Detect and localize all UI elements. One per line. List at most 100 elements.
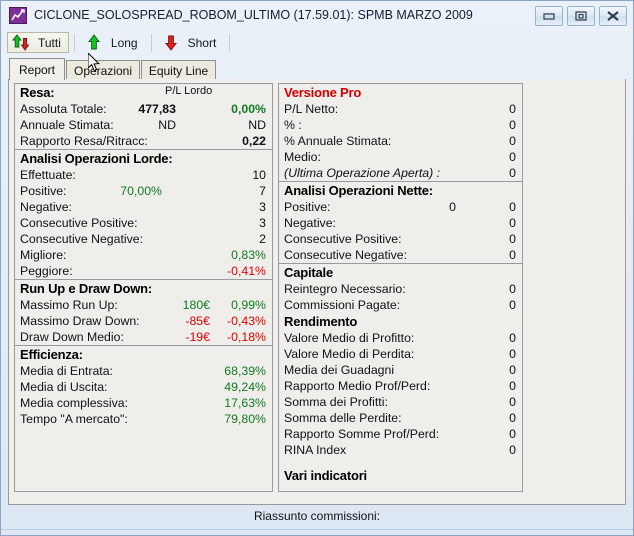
toolbar-separator-1 [73, 33, 75, 52]
row-media-di-uscita: Media di Uscita: 49,24% [15, 379, 272, 395]
row-positive-nette: Positive: 0 0 [279, 199, 522, 215]
value-commissioni-pagate: 0 [509, 298, 516, 312]
row-rapporto-medio-prof-perd: Rapporto Medio Prof/Perd: 0 [279, 378, 522, 394]
label-valore-medio-di-perdita: Valore Medio di Perdita: [284, 347, 415, 361]
tab-equity-line-label: Equity Line [148, 63, 209, 78]
value-positive-nette-pct: 0 [449, 200, 456, 214]
row-consecutive-negative-lorde: Consecutive Negative: 2 [15, 231, 272, 247]
title-bar: CICLONE_SOLOSPREAD_ROBOM_ULTIMO (17.59.0… [1, 1, 633, 29]
label-media-dei-guadagni: Media dei Guadagni [284, 363, 395, 377]
tab-strip: Report Operazioni Equity Line [9, 58, 625, 80]
value-rina-index: 0 [509, 443, 516, 457]
row-rina-index: RINA Index 0 [279, 442, 522, 458]
row-commissioni-pagate: Commissioni Pagate: 0 [279, 297, 522, 313]
row-negative-nette: Negative: 0 [279, 215, 522, 231]
group-analisi-operazioni-lorde: Analisi Operazioni Lorde: Effettuate: 10… [15, 150, 272, 280]
label-positive-nette: Positive: [284, 200, 331, 214]
group-efficienza-heading: Efficienza: [20, 347, 83, 362]
label-consecutive-positive-nette: Consecutive Positive: [284, 232, 402, 246]
window-title: CICLONE_SOLOSPREAD_ROBOM_ULTIMO (17.59.0… [34, 8, 473, 22]
toolbar-label-tutti: Tutti [38, 35, 61, 50]
group-analisi-lorde-heading: Analisi Operazioni Lorde: [20, 151, 173, 166]
value-annuale-stimata-pct: ND [248, 118, 266, 132]
value-massimo-run-up-eur: 180€ [182, 298, 210, 312]
value-consecutive-negative-nette: 0 [509, 248, 516, 262]
label-negative-lorde: Negative: [20, 200, 72, 214]
toolbar-button-long[interactable]: Long [80, 32, 146, 53]
tab-equity-line[interactable]: Equity Line [141, 60, 216, 80]
toolbar-label-long: Long [110, 35, 138, 50]
report-client-area: Resa: P/L Lordo Assoluta Totale: 477,83 … [8, 79, 626, 505]
row-massimo-draw-down: Massimo Draw Down: -85€ -0,43% [15, 313, 272, 329]
label-tempo-a-mercato: Tempo "A mercato": [20, 412, 128, 426]
row-assoluta-totale: Assoluta Totale: 477,83 0,00% [15, 101, 272, 117]
row-consecutive-negative-nette: Consecutive Negative: 0 [279, 247, 522, 263]
value-effettuate: 10 [252, 168, 266, 182]
row-effettuate: Effettuate: 10 [15, 167, 272, 183]
label-commissioni-pagate: Commissioni Pagate: [284, 298, 401, 312]
bottom-divider [1, 529, 633, 530]
row-rapporto-somme-prof-perd: Rapporto Somme Prof/Perd: 0 [279, 426, 522, 442]
label-media-di-uscita: Media di Uscita: [20, 380, 108, 394]
group-resa: Resa: P/L Lordo Assoluta Totale: 477,83 … [15, 84, 272, 150]
label-annuale-stimata: Annuale Stimata: [20, 118, 114, 132]
group-versione-pro-heading: Versione Pro [284, 85, 362, 100]
value-draw-down-medio-pct: -0,18% [227, 330, 266, 344]
tab-operazioni-label: Operazioni [73, 63, 133, 78]
label-negative-nette: Negative: [284, 216, 336, 230]
status-text: Riassunto commissioni: [253, 509, 381, 523]
group-capitale-rendimento: Capitale Reintegro Necessario: 0 Commiss… [279, 264, 522, 484]
tab-operazioni[interactable]: Operazioni [66, 60, 140, 80]
toolbar-button-short[interactable]: Short [157, 32, 225, 53]
label-massimo-run-up: Massimo Run Up: [20, 298, 118, 312]
label-rapporto-somme-prof-perd: Rapporto Somme Prof/Perd: [284, 427, 440, 441]
label-consecutive-positive-lorde: Consecutive Positive: [20, 216, 138, 230]
label-ultima-operazione-aperta: (Ultima Operazione Aperta) : [284, 166, 441, 180]
status-bar: Riassunto commissioni: [8, 505, 626, 527]
value-somma-dei-profitti: 0 [509, 395, 516, 409]
group-run-up-draw-down-heading: Run Up e Draw Down: [20, 281, 152, 296]
row-percent-annuale-stimata: % Annuale Stimata: 0 [279, 133, 522, 149]
value-migliore: 0,83% [231, 248, 266, 262]
label-rapporto-resa-ritracc: Rapporto Resa/Ritracc: [20, 134, 148, 148]
row-consecutive-positive-nette: Consecutive Positive: 0 [279, 231, 522, 247]
value-medio: 0 [509, 150, 516, 164]
value-negative-nette-count: 0 [509, 216, 516, 230]
close-button[interactable] [599, 6, 627, 26]
label-assoluta-totale: Assoluta Totale: [20, 102, 107, 116]
value-annuale-stimata-gross: ND [158, 118, 176, 132]
value-consecutive-positive-nette: 0 [509, 232, 516, 246]
application-window: CICLONE_SOLOSPREAD_ROBOM_ULTIMO (17.59.0… [0, 0, 634, 536]
restore-button[interactable] [567, 6, 595, 26]
toolbar-label-short: Short [187, 35, 217, 50]
value-pl-netto: 0 [509, 102, 516, 116]
red-down-arrow-icon [161, 33, 183, 52]
row-pl-netto: P/L Netto: 0 [279, 101, 522, 117]
row-medio: Medio: 0 [279, 149, 522, 165]
label-massimo-draw-down: Massimo Draw Down: [20, 314, 140, 328]
tab-report[interactable]: Report [9, 58, 65, 80]
row-somma-delle-perdite: Somma delle Perdite: 0 [279, 410, 522, 426]
value-tempo-a-mercato: 79,80% [224, 412, 266, 426]
label-rapporto-medio-prof-perd: Rapporto Medio Prof/Perd: [284, 379, 431, 393]
value-valore-medio-di-profitto: 0 [509, 331, 516, 345]
group-vari-indicatori-heading: Vari indicatori [284, 468, 367, 483]
group-analisi-nette-heading: Analisi Operazioni Nette: [284, 183, 433, 198]
label-somma-delle-perdite: Somma delle Perdite: [284, 411, 402, 425]
group-analisi-operazioni-nette: Analisi Operazioni Nette: Positive: 0 0 … [279, 182, 522, 264]
group-efficienza: Efficienza: Media di Entrata: 68,39% Med… [15, 346, 272, 427]
value-assoluta-totale-gross: 477,83 [138, 102, 176, 116]
toolbar-button-tutti[interactable]: Tutti [7, 32, 69, 53]
value-somma-delle-perdite: 0 [509, 411, 516, 425]
value-percent: 0 [509, 118, 516, 132]
row-media-complessiva: Media complessiva: 17,63% [15, 395, 272, 411]
minimize-button[interactable] [535, 6, 563, 26]
row-valore-medio-di-perdita: Valore Medio di Perdita: 0 [279, 346, 522, 362]
row-media-dei-guadagni: Media dei Guadagni 0 [279, 362, 522, 378]
label-migliore: Migliore: [20, 248, 67, 262]
label-medio: Medio: [284, 150, 321, 164]
value-positive-lorde-count: 7 [259, 184, 266, 198]
toolbar-separator-3 [229, 33, 231, 52]
value-negative-lorde-count: 3 [259, 200, 266, 214]
window-controls [535, 6, 627, 26]
